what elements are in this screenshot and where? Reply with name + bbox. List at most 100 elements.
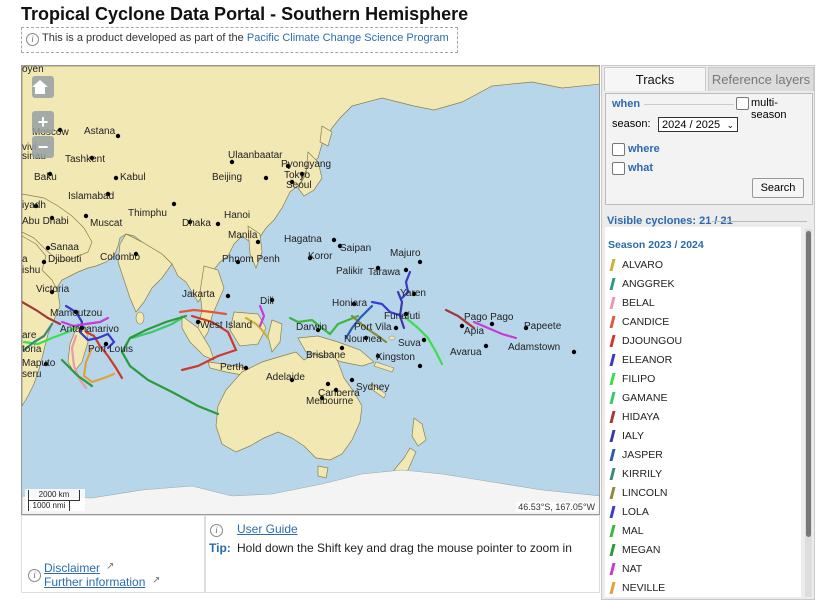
track-color-swatch — [609, 373, 616, 385]
city-label: Tarawa — [368, 267, 401, 278]
cyclone-list[interactable]: Season 2023 / 2024 ALVARO ANGGREK BELAL CAN… — [605, 227, 801, 597]
city-label: Thimphu — [128, 208, 167, 219]
cyclone-name: NEVILLE — [622, 582, 666, 594]
city-label: Astana — [84, 126, 116, 137]
disclaimer-link[interactable]: Disclaimer — [44, 561, 100, 575]
track-color-swatch — [609, 449, 616, 461]
city-label: Pyongyang — [281, 159, 331, 170]
track-color-swatch — [609, 582, 616, 594]
track-color-swatch — [609, 506, 616, 518]
city-label: Adelaide — [266, 372, 305, 383]
cyclone-name: MEGAN — [622, 544, 661, 556]
city-label: Honiara — [332, 298, 367, 309]
scrollbar-thumb[interactable] — [806, 231, 811, 537]
track-color-swatch — [609, 354, 616, 366]
track-color-swatch — [609, 259, 616, 271]
cyclone-name: KIRRILY — [622, 468, 663, 480]
city-label: Melbourne — [306, 396, 354, 407]
city-label: Dili — [260, 296, 274, 307]
season-select-value: 2024 / 2025 — [662, 119, 721, 131]
user-guide-link[interactable]: User Guide — [237, 522, 298, 536]
when-divider — [644, 104, 734, 105]
city-label: Perth — [220, 362, 244, 373]
city-label: Adamstown — [508, 342, 560, 353]
footer-links: i Disclaimer ↗ Further information ↗ — [21, 515, 205, 593]
city-label: Avarua — [450, 347, 482, 358]
cyclone-name: FILIPO — [622, 373, 656, 385]
city-label: West Island — [200, 320, 252, 331]
city-label: Majuro — [390, 248, 421, 259]
track-color-swatch — [609, 430, 616, 442]
cyclone-name: ELEANOR — [622, 354, 673, 366]
info-icon: i — [26, 33, 39, 46]
multi-season-checkbox[interactable] — [736, 97, 749, 110]
what-checkbox[interactable] — [612, 162, 625, 175]
city-label: Phnom Penh — [222, 254, 280, 265]
city-label: Hanoi — [224, 210, 250, 221]
scale-bar: 2000 km 1000 nmi — [25, 489, 85, 511]
zoom-in-button[interactable]: + — [32, 111, 54, 133]
city-label: Seoul — [286, 180, 312, 191]
program-note-text: This is a product developed as part of t… — [42, 32, 244, 44]
tip-text: Hold down the Shift key and drag the mou… — [237, 541, 572, 555]
cursor-coordinates: 46.53°S, 167.05°W — [516, 502, 597, 512]
city-label: Port Louis — [88, 344, 133, 355]
filter-box: when multi-season season: 2024 / 2025 ⌄ … — [605, 93, 813, 205]
tab-reference-layers[interactable]: Reference layers — [708, 67, 814, 91]
city-label: Funafuti — [384, 311, 420, 322]
tip-label: Tip: — [209, 541, 231, 555]
city-label: Djibouti — [48, 254, 81, 265]
map-partial-label: a — [22, 254, 28, 265]
city-label: Papeete — [524, 321, 562, 332]
cyclone-name: ALVARO — [622, 259, 664, 271]
cyclone-name: IALY — [622, 430, 644, 442]
info-icon: i — [28, 569, 41, 582]
tab-tracks[interactable]: Tracks — [604, 67, 706, 91]
search-button[interactable]: Search — [752, 178, 804, 198]
zoom-out-button[interactable]: − — [32, 136, 54, 158]
further-info-link[interactable]: Further information — [44, 575, 145, 589]
city-label: Baku — [34, 172, 57, 183]
season-select[interactable]: 2024 / 2025 ⌄ — [658, 117, 738, 132]
city-label: Noumea — [344, 334, 382, 345]
cyclone-name: MAL — [622, 525, 644, 537]
map-partial-label: ishu — [22, 265, 40, 276]
when-label[interactable]: when — [612, 98, 640, 110]
track-color-swatch — [609, 335, 616, 347]
track-color-swatch — [609, 563, 616, 575]
city-label: Apia — [464, 326, 484, 337]
map-partial-label: oyen — [22, 66, 44, 75]
city-label: Sydney — [356, 382, 389, 393]
where-label[interactable]: where — [628, 143, 660, 155]
map-partial-label: seru — [22, 369, 41, 380]
track-color-swatch — [609, 487, 616, 499]
city-label: Sanaa — [50, 242, 79, 253]
city-label: Antananarivo — [60, 324, 119, 335]
external-link-icon: ↗ — [152, 575, 161, 586]
city-label: Maputo — [22, 358, 56, 369]
city-label: Victoria — [36, 284, 70, 295]
home-button[interactable] — [32, 76, 54, 98]
map-view[interactable]: oyen Moscow Astana vivi Tashkent sinau B… — [21, 65, 600, 515]
season-label: season: — [612, 118, 651, 130]
cyclone-name: NAT — [622, 563, 643, 575]
track-color-swatch — [609, 316, 616, 328]
cyclone-name: ANGGREK — [622, 278, 675, 290]
program-link[interactable]: Pacific Climate Change Science Program — [247, 32, 449, 44]
what-label[interactable]: what — [628, 162, 653, 174]
city-label: Jakarta — [182, 289, 215, 300]
track-color-swatch — [609, 278, 616, 290]
cyclone-name: GAMANE — [622, 392, 668, 404]
map-partial-label: toria — [22, 344, 42, 355]
city-label: Abu Dhabi — [22, 216, 69, 227]
cyclone-list-scrollbar[interactable] — [805, 229, 812, 597]
city-label: Kingston — [376, 352, 415, 363]
where-checkbox[interactable] — [612, 143, 625, 156]
map-canvas[interactable]: oyen Moscow Astana vivi Tashkent sinau B… — [22, 66, 600, 515]
city-label: Hagatna — [284, 234, 322, 245]
cyclone-name: JASPER — [622, 449, 663, 461]
cyclone-name: DJOUNGOU — [622, 335, 683, 347]
cyclone-name: CANDICE — [622, 316, 670, 328]
city-label: Islamabad — [68, 191, 114, 202]
track-color-swatch — [609, 297, 616, 309]
